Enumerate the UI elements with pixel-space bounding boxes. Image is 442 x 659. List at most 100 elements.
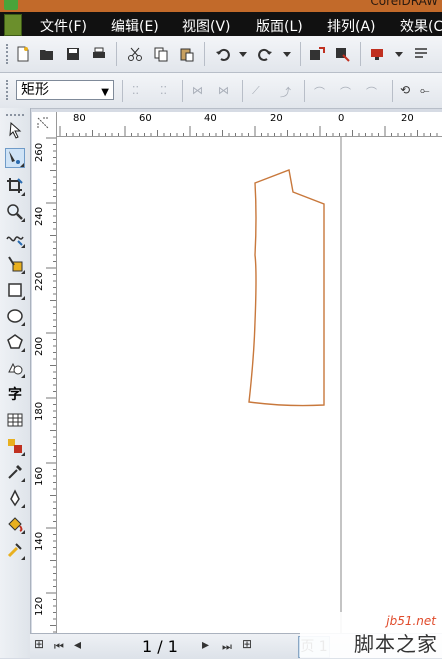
add-node-icon[interactable]: ⁚⁚ xyxy=(132,84,139,97)
app-logo-icon xyxy=(4,0,18,10)
h-ruler-label: 0 xyxy=(338,113,345,124)
flyout-indicator-icon xyxy=(21,374,25,378)
smooth-node-icon[interactable]: ⌒ xyxy=(340,84,351,100)
crop-tool-icon[interactable] xyxy=(5,176,25,196)
smart-fill-icon[interactable] xyxy=(5,254,25,274)
pick-tool-icon[interactable] xyxy=(5,120,25,140)
application-launcher-icon[interactable] xyxy=(368,45,386,63)
menu-layout[interactable]: 版面(L) xyxy=(256,16,303,36)
v-ruler-label: 140 xyxy=(34,531,45,551)
toolbar-separator xyxy=(300,42,301,66)
vertical-ruler[interactable]: 260 240 220 200 180 160 140 120 xyxy=(32,136,57,633)
extend-curve-icon[interactable]: ⟜ xyxy=(420,83,430,98)
save-icon[interactable] xyxy=(64,45,82,63)
v-ruler-label: 200 xyxy=(34,336,45,356)
ruler-origin[interactable] xyxy=(32,112,57,137)
print-icon[interactable] xyxy=(90,45,108,63)
to-line-icon[interactable]: ⟋ xyxy=(252,84,260,98)
cut-icon[interactable] xyxy=(126,45,144,63)
v-ruler-label: 220 xyxy=(34,271,45,291)
menu-file[interactable]: 文件(F) xyxy=(40,16,87,36)
flyout-indicator-icon xyxy=(21,218,25,222)
flyout-indicator-icon xyxy=(20,163,24,167)
polygon-tool-icon[interactable] xyxy=(5,332,25,352)
delete-node-icon[interactable]: ⁚⁚ xyxy=(160,84,167,97)
fill-tool-icon[interactable] xyxy=(5,514,25,534)
last-page-icon[interactable]: ⏭ xyxy=(222,640,232,654)
flyout-indicator-icon xyxy=(21,452,25,456)
h-ruler-label: 60 xyxy=(139,113,152,124)
break-curve-icon[interactable]: ⋈ xyxy=(218,84,229,97)
freehand-tool-icon[interactable] xyxy=(5,228,25,248)
new-document-icon[interactable] xyxy=(14,45,32,63)
export-icon[interactable] xyxy=(334,45,352,63)
standard-toolbar xyxy=(0,36,442,73)
redo-icon[interactable] xyxy=(256,45,274,63)
menu-edit[interactable]: 编辑(E) xyxy=(111,16,159,36)
redo-dropdown-icon[interactable] xyxy=(278,45,296,63)
flyout-indicator-icon xyxy=(21,504,25,508)
canvas-drawing xyxy=(248,137,342,633)
shape-tool-icon[interactable] xyxy=(5,148,25,168)
flyout-indicator-icon xyxy=(21,556,25,560)
first-page-icon[interactable]: ⏮ xyxy=(54,640,64,654)
join-nodes-icon[interactable]: ⋈ xyxy=(192,84,203,97)
toolbar-separator xyxy=(116,42,117,66)
text-tool-icon[interactable]: 字 xyxy=(5,384,25,404)
eyedropper-tool-icon[interactable] xyxy=(5,462,25,482)
interactive-fill-icon[interactable] xyxy=(5,540,25,560)
open-folder-icon[interactable] xyxy=(38,45,56,63)
flyout-indicator-icon xyxy=(21,478,25,482)
v-ruler-label: 120 xyxy=(34,596,45,616)
ellipse-tool-icon[interactable] xyxy=(5,306,25,326)
paste-icon[interactable] xyxy=(178,45,196,63)
basic-shapes-icon[interactable] xyxy=(5,358,25,378)
cusp-node-icon[interactable]: ⌒ xyxy=(314,84,325,100)
object-type-value: 矩形 xyxy=(21,82,49,98)
h-ruler-label: 40 xyxy=(204,113,217,124)
flyout-indicator-icon xyxy=(21,296,25,300)
toolbar-grip[interactable] xyxy=(6,80,11,100)
menu-effects[interactable]: 效果(C xyxy=(400,16,442,36)
add-page-after-icon[interactable]: ⊞ xyxy=(242,637,252,651)
toolbar-separator xyxy=(242,80,243,102)
garment-pattern-outline[interactable] xyxy=(248,169,325,407)
flyout-indicator-icon xyxy=(21,322,25,326)
symmetric-node-icon[interactable]: ⌒ xyxy=(366,84,377,100)
rectangle-tool-icon[interactable] xyxy=(5,280,25,300)
drawing-canvas[interactable] xyxy=(57,137,442,633)
options-icon[interactable] xyxy=(412,45,430,63)
h-ruler-label: 20 xyxy=(270,113,283,124)
outline-pen-icon[interactable] xyxy=(5,488,25,508)
undo-icon[interactable] xyxy=(214,45,232,63)
next-page-icon[interactable]: ▸ xyxy=(202,637,209,653)
object-type-select[interactable]: 矩形 ▼ xyxy=(16,80,114,100)
watermark: jb51.net 脚本之家 xyxy=(300,612,442,658)
previous-page-icon[interactable]: ◂ xyxy=(74,637,81,653)
watermark-site: jb51.net xyxy=(386,614,436,628)
to-curve-icon[interactable]: ⤴ xyxy=(280,84,291,100)
launcher-dropdown-icon[interactable] xyxy=(390,45,408,63)
toolbox-grip[interactable] xyxy=(6,114,24,119)
menu-arrange[interactable]: 排列(A) xyxy=(327,16,376,36)
window-title: CorelDRAW xyxy=(370,0,438,8)
watermark-name: 脚本之家 xyxy=(354,632,438,656)
page-counter: 1 / 1 xyxy=(142,637,178,656)
import-icon[interactable] xyxy=(308,45,326,63)
toolbar-grip[interactable] xyxy=(6,44,11,64)
horizontal-ruler[interactable]: 80 60 40 20 0 20 xyxy=(57,112,442,137)
copy-icon[interactable] xyxy=(152,45,170,63)
table-tool-icon[interactable] xyxy=(5,410,25,430)
add-page-before-icon[interactable]: ⊞ xyxy=(34,637,44,651)
flyout-indicator-icon xyxy=(21,270,25,274)
reverse-direction-icon[interactable]: ⟲ xyxy=(400,83,410,97)
menu-view[interactable]: 视图(V) xyxy=(182,16,231,36)
ruler-origin-icon xyxy=(37,117,49,129)
undo-dropdown-icon[interactable] xyxy=(234,45,252,63)
v-ruler-label: 240 xyxy=(34,206,45,226)
toolbar-separator xyxy=(304,80,305,102)
toolbar-separator xyxy=(392,80,393,102)
zoom-tool-icon[interactable] xyxy=(5,202,25,222)
document-icon[interactable] xyxy=(4,14,22,36)
interactive-blend-icon[interactable] xyxy=(5,436,25,456)
